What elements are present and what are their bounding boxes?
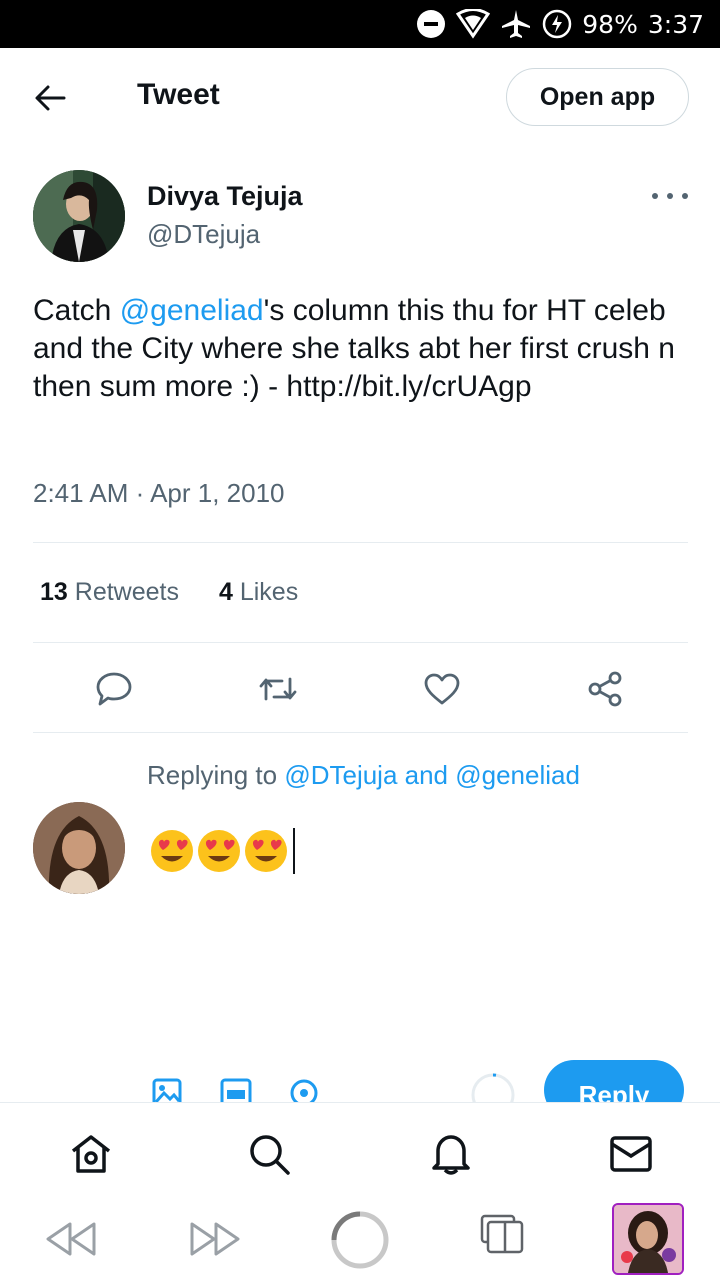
tweet-actions [33, 660, 688, 716]
retweets-label: Retweets [74, 578, 179, 606]
browser-forward-button[interactable] [188, 1220, 242, 1258]
reply-action-button[interactable] [93, 668, 135, 710]
gif-icon [220, 1078, 252, 1102]
nav-search[interactable] [246, 1131, 292, 1177]
open-app-button[interactable]: Open app [506, 68, 689, 126]
tweet-timestamp[interactable]: 2:41 AM · Apr 1, 2010 [33, 478, 285, 509]
comment-icon [96, 672, 132, 706]
compose-toolbar: Reply [0, 1058, 720, 1102]
add-gif-button[interactable] [220, 1078, 252, 1102]
nav-messages[interactable] [608, 1131, 654, 1177]
heart-eyes-emoji [151, 830, 193, 872]
author-handle[interactable]: @DTejuja [147, 219, 260, 250]
arrow-left-icon [35, 85, 66, 111]
replying-to: Replying to @DTejuja and @geneliad [147, 760, 580, 791]
home-icon [71, 1135, 111, 1173]
retweets-count: 13 [40, 578, 68, 606]
battery-level: 98% [582, 9, 638, 39]
replying-to-label: Replying to [147, 760, 285, 790]
replying-to-mentions[interactable]: @DTejuja and @geneliad [284, 760, 580, 790]
browser-home-button[interactable] [330, 1210, 390, 1270]
browser-back-button[interactable] [44, 1220, 98, 1258]
browser-toolbar [0, 1200, 720, 1280]
retweet-action-button[interactable] [257, 668, 299, 710]
tabs-icon [480, 1214, 524, 1254]
more-horizontal-icon [652, 193, 658, 199]
author-name[interactable]: Divya Tejuja [147, 181, 303, 212]
location-icon [290, 1079, 318, 1102]
divider [33, 732, 688, 733]
share-action-button[interactable] [584, 668, 626, 710]
divider [33, 642, 688, 643]
wifi-icon [456, 9, 491, 39]
likes-label: Likes [239, 578, 299, 606]
browser-tabs-button[interactable] [480, 1214, 526, 1256]
tweet-stats: 13 Retweets 4 Likes [40, 578, 298, 607]
dnd-icon [416, 9, 446, 39]
browser-profile-avatar[interactable] [612, 1203, 684, 1275]
nav-home[interactable] [68, 1131, 114, 1177]
nav-notifications[interactable] [428, 1131, 474, 1177]
header: Tweet Open app [0, 48, 720, 146]
bottom-navigation [0, 1102, 720, 1200]
battery-charging-icon [542, 9, 572, 39]
like-action-button[interactable] [421, 668, 463, 710]
circle-icon [331, 1211, 389, 1269]
text-caret [293, 828, 295, 874]
bell-icon [432, 1135, 470, 1175]
search-icon [250, 1135, 290, 1175]
share-icon [588, 671, 622, 707]
reply-compose-input[interactable]: 😍😍😍 [150, 826, 295, 876]
mail-icon [610, 1136, 652, 1172]
tweet-text-prefix: Catch [33, 294, 120, 327]
retweet-icon [259, 677, 297, 701]
reply-submit-button[interactable]: Reply [544, 1060, 684, 1102]
user-avatar[interactable] [33, 802, 125, 894]
status-bar: 98% 3:37 [0, 0, 720, 48]
character-count-ring [470, 1072, 516, 1102]
image-icon [152, 1078, 182, 1102]
heart-eyes-emoji [245, 830, 287, 872]
heart-eyes-emoji [198, 830, 240, 872]
rewind-icon [46, 1222, 96, 1256]
fast-forward-icon [190, 1222, 240, 1256]
tweet-text: Catch @geneliad's column this thu for HT… [33, 292, 683, 406]
likes-stat[interactable]: 4 Likes [219, 578, 298, 607]
airplane-icon [500, 8, 532, 40]
retweets-stat[interactable]: 13 Retweets [40, 578, 179, 607]
author-avatar[interactable] [33, 170, 125, 262]
clock: 3:37 [647, 9, 704, 39]
divider [33, 542, 688, 543]
likes-count: 4 [218, 578, 233, 606]
tweet-mention-link[interactable]: @geneliad [120, 294, 264, 327]
back-button[interactable] [28, 78, 72, 118]
heart-icon [424, 673, 460, 705]
page-title: Tweet [137, 78, 220, 111]
more-options-button[interactable] [652, 188, 688, 204]
add-image-button[interactable] [152, 1078, 182, 1102]
add-location-button[interactable] [289, 1078, 319, 1102]
